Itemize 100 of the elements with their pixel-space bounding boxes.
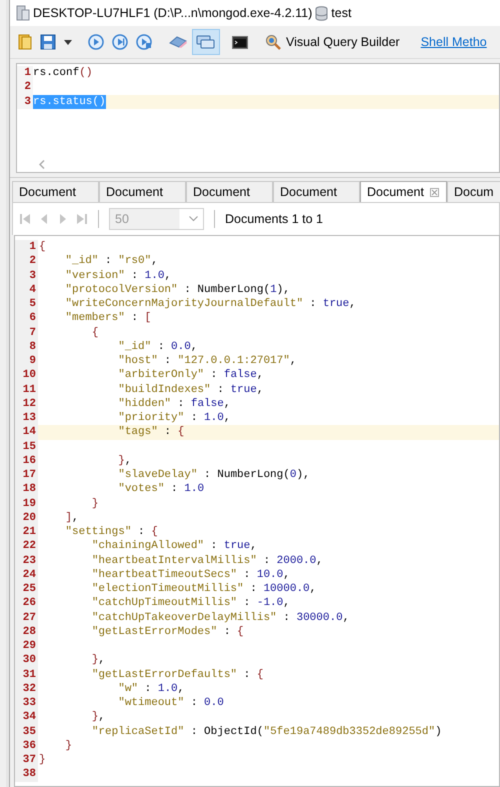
document-tab[interactable]: Document bbox=[273, 181, 360, 202]
line-number: 34 bbox=[15, 710, 38, 724]
line-number: 32 bbox=[15, 682, 38, 696]
line-number: 22 bbox=[15, 539, 38, 554]
line-number: 12 bbox=[15, 396, 38, 411]
document-tab[interactable]: Docum bbox=[447, 181, 500, 202]
line-number: 11 bbox=[15, 382, 38, 397]
line-number: 24 bbox=[15, 568, 38, 582]
line-number: 19 bbox=[15, 496, 38, 511]
line-number: 23 bbox=[15, 554, 38, 568]
line-number: 6 bbox=[15, 311, 38, 326]
play-icon bbox=[136, 34, 152, 50]
code-line: "members" : [ bbox=[64, 311, 152, 326]
code-line: "w" : 1.0, bbox=[117, 682, 184, 696]
line-number: 28 bbox=[15, 624, 38, 639]
code-line: "heartbeatTimeoutSecs" : 10.0, bbox=[90, 568, 290, 582]
code-line: "buildIndexes" : true, bbox=[117, 382, 264, 397]
code-line: }, bbox=[90, 710, 106, 724]
code-line: "heartbeatIntervalMillis" : 2000.0, bbox=[90, 554, 323, 568]
code-line: "writeConcernMajorityJournalDefault" : true, bbox=[64, 297, 356, 312]
code-line: "settings" : { bbox=[64, 525, 158, 540]
code-line: }, bbox=[90, 653, 106, 668]
code-line: "protocolVersion" : NumberLong(1), bbox=[64, 282, 290, 297]
close-icon[interactable] bbox=[430, 188, 439, 196]
line-number: 10 bbox=[15, 368, 38, 382]
line-number: 21 bbox=[15, 525, 38, 540]
code-line: "tags" : { bbox=[117, 425, 184, 440]
code-line: "version" : 1.0, bbox=[64, 268, 172, 283]
documents-count: Documents 1 to 1 bbox=[225, 212, 323, 226]
line-number: 3 bbox=[15, 268, 38, 283]
database-icon bbox=[315, 6, 328, 20]
line-number: 8 bbox=[15, 340, 38, 354]
line-number: 20 bbox=[15, 510, 38, 525]
line-number: 33 bbox=[15, 696, 38, 710]
line-number: 30 bbox=[15, 653, 38, 668]
play-icon bbox=[88, 34, 104, 50]
code-line: "priority" : 1.0, bbox=[117, 411, 230, 426]
code-line: "chainingAllowed" : true, bbox=[90, 539, 257, 554]
line-number: 1 bbox=[15, 240, 38, 254]
save-icon bbox=[40, 34, 56, 50]
line-number: 26 bbox=[15, 596, 38, 610]
code-line: "_id" : 0.0, bbox=[117, 340, 198, 354]
line-number: 36 bbox=[15, 738, 38, 753]
line-number: 17 bbox=[15, 468, 38, 482]
code-line: "hidden" : false, bbox=[117, 396, 230, 411]
code-line: } bbox=[90, 496, 98, 511]
line-number: 5 bbox=[15, 297, 38, 312]
connection-title: DESKTOP-LU7HLF1 (D:\P...n\mongod.exe-4.2.11) bbox=[33, 6, 312, 20]
line-number: 13 bbox=[15, 411, 38, 426]
code-line: "votes" : 1.0 bbox=[117, 482, 204, 496]
code-line: rs.conf() bbox=[33, 66, 92, 80]
document-tab[interactable]: Document bbox=[12, 181, 99, 202]
play-icon bbox=[112, 34, 128, 50]
line-number: 15 bbox=[15, 440, 38, 454]
document-tab[interactable]: Document bbox=[186, 181, 273, 202]
code-line: "getLastErrorDefaults" : { bbox=[90, 668, 264, 682]
code-line: "_id" : "rs0", bbox=[64, 254, 158, 268]
code-line: } bbox=[38, 753, 46, 768]
code-line: "host" : "127.0.0.1:27017", bbox=[117, 354, 296, 368]
line-number: 27 bbox=[15, 610, 38, 625]
code-line: "wtimeout" : 0.0 bbox=[117, 696, 224, 710]
line-number: 1 bbox=[17, 66, 33, 80]
scroll-left-icon[interactable] bbox=[39, 160, 45, 168]
line-number: 18 bbox=[15, 482, 38, 496]
code-line: "electionTimeoutMillis" : 10000.0, bbox=[90, 582, 316, 596]
code-line: "replicaSetId" : ObjectId("5fe19a7489db3352de89255d") bbox=[90, 724, 442, 739]
line-number: 25 bbox=[15, 582, 38, 596]
caret-icon bbox=[64, 40, 72, 44]
windows-icon bbox=[196, 34, 216, 50]
code-line: { bbox=[38, 240, 46, 254]
line-number: 2 bbox=[15, 254, 38, 268]
line-number: 16 bbox=[15, 454, 38, 468]
line-number: 31 bbox=[15, 668, 38, 682]
eraser-icon bbox=[168, 35, 188, 49]
line-number: 2 bbox=[17, 80, 33, 94]
code-line: }, bbox=[117, 454, 132, 468]
line-number: 38 bbox=[15, 767, 38, 782]
line-number: 29 bbox=[15, 639, 38, 654]
code-line: "slaveDelay" : NumberLong(0), bbox=[117, 468, 310, 482]
database-name: test bbox=[331, 6, 352, 20]
line-number: 14 bbox=[15, 425, 38, 440]
code-line: ], bbox=[64, 510, 79, 525]
terminal-icon bbox=[232, 36, 248, 48]
line-number: 7 bbox=[15, 326, 38, 340]
document-tab[interactable]: Document bbox=[99, 181, 186, 202]
server-icon bbox=[16, 5, 30, 21]
code-line: } bbox=[64, 738, 72, 753]
document-tab[interactable]: Document bbox=[360, 181, 447, 202]
line-number: 35 bbox=[15, 724, 38, 739]
visual-query-builder-button[interactable]: Visual Query Builder bbox=[262, 34, 403, 50]
folder-icon bbox=[18, 34, 32, 50]
line-number: 3 bbox=[17, 94, 33, 109]
line-number: 9 bbox=[15, 354, 38, 368]
code-line: "catchUpTimeoutMillis" : -1.0, bbox=[90, 596, 290, 610]
shell-methods-link[interactable]: Shell Metho bbox=[420, 35, 487, 49]
chevron-down-icon bbox=[189, 216, 198, 222]
line-number: 4 bbox=[15, 282, 38, 297]
code-line: "arbiterOnly" : false, bbox=[117, 368, 264, 382]
code-line: { bbox=[90, 326, 98, 340]
magnifier-icon bbox=[265, 34, 281, 50]
